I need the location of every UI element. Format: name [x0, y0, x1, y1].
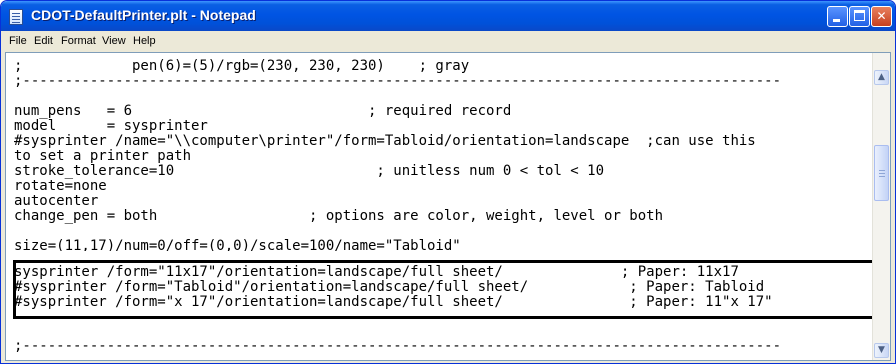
- text-line: change_pen = both ; options are color, w…: [14, 208, 664, 224]
- vertical-scrollbar[interactable]: ▲ ▼: [872, 53, 890, 360]
- text-line: stroke_tolerance=10 ; unitless num 0 < t…: [14, 163, 605, 179]
- chevron-up-icon: ▲: [878, 72, 885, 82]
- menu-view[interactable]: View: [102, 35, 126, 47]
- text-line: #sysprinter /name="\\computer\printer"/f…: [14, 133, 756, 149]
- grip-line: [879, 173, 885, 174]
- notepad-icon: [9, 9, 23, 25]
- grip-line: [879, 170, 885, 171]
- chevron-down-icon: ▼: [878, 345, 885, 355]
- text-line: to set a printer path: [14, 148, 192, 164]
- scroll-down-button[interactable]: ▼: [874, 343, 889, 358]
- title-bar[interactable]: CDOT-DefaultPrinter.plt - Notepad ✕: [1, 1, 895, 31]
- text-line: ; pen(6)=(5)/rgb=(230, 230, 230) ; gray: [14, 58, 470, 74]
- grip-line: [879, 176, 885, 177]
- minimize-button[interactable]: [827, 6, 848, 27]
- text-line: model = sysprinter: [14, 118, 208, 134]
- text-line: rotate=none: [14, 178, 107, 194]
- highlight-box: [13, 260, 883, 319]
- window-title: CDOT-DefaultPrinter.plt - Notepad: [31, 7, 256, 23]
- maximize-button[interactable]: [849, 6, 870, 27]
- menu-format[interactable]: Format: [61, 35, 96, 47]
- text-line: num_pens = 6 ; required record: [14, 103, 512, 119]
- notepad-window: CDOT-DefaultPrinter.plt - Notepad ✕ File…: [0, 0, 896, 364]
- minimize-icon: [833, 19, 840, 22]
- menu-help[interactable]: Help: [133, 35, 156, 47]
- text-line: ;---------------------------------------…: [14, 73, 782, 89]
- text-line: ;---------------------------------------…: [14, 338, 782, 354]
- scroll-thumb[interactable]: [874, 145, 889, 201]
- menu-file[interactable]: File: [9, 35, 27, 47]
- menu-edit[interactable]: Edit: [34, 35, 53, 47]
- text-editor[interactable]: ; pen(6)=(5)/rgb=(230, 230, 230) ; gray …: [5, 52, 891, 361]
- maximize-icon: [854, 10, 865, 21]
- text-line: autocenter: [14, 193, 99, 209]
- scroll-up-button[interactable]: ▲: [874, 70, 889, 85]
- text-line: size=(11,17)/num=0/off=(0,0)/scale=100/n…: [14, 239, 461, 251]
- menu-bar: File Edit Format View Help: [5, 31, 891, 52]
- close-button[interactable]: ✕: [871, 6, 892, 27]
- close-icon: ✕: [876, 9, 887, 23]
